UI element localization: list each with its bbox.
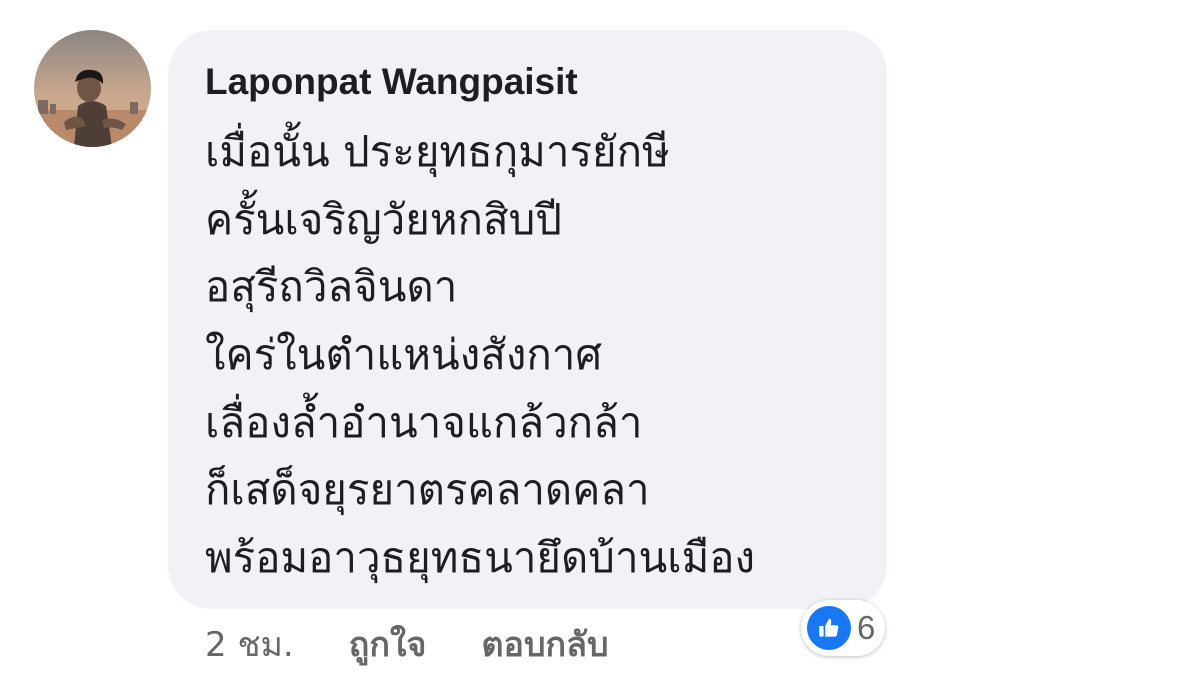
reaction-summary[interactable]: 6 — [801, 600, 886, 656]
comment-body: เมื่อนั้น ประยุทธกุมารยักษี ครั้นเจริญวั… — [205, 118, 755, 592]
thumbs-up-icon — [807, 606, 851, 650]
avatar[interactable] — [34, 30, 151, 147]
comment-line: ครั้นเจริญวัยหกสิบปี — [205, 194, 562, 244]
comment-line: เมื่อนั้น ประยุทธกุมารยักษี — [205, 127, 670, 176]
comment-author-name[interactable]: Laponpat Wangpaisit — [205, 58, 578, 106]
comment-timestamp[interactable]: 2 ชม. — [205, 617, 294, 671]
reaction-count: 6 — [857, 609, 876, 646]
comment-actions: 2 ชม. ถูกใจ ตอบกลับ — [205, 620, 609, 668]
comment-line: ใคร่ในตำแหน่งสังกาศ — [205, 330, 603, 380]
like-button[interactable]: ถูกใจ — [349, 617, 427, 671]
comment-line: ก็เสด็จยุรยาตรคลาดคลา — [205, 465, 650, 515]
comment-line: อสุรีถวิลจินดา — [205, 262, 458, 312]
reply-button[interactable]: ตอบกลับ — [481, 617, 608, 671]
comment-line: เลื่องล้ำอำนาจแกล้วกล้า — [205, 397, 643, 447]
comment-line: พร้อมอาวุธยุทธนายึดบ้านเมือง — [205, 533, 756, 583]
profile-photo-icon — [34, 30, 151, 147]
